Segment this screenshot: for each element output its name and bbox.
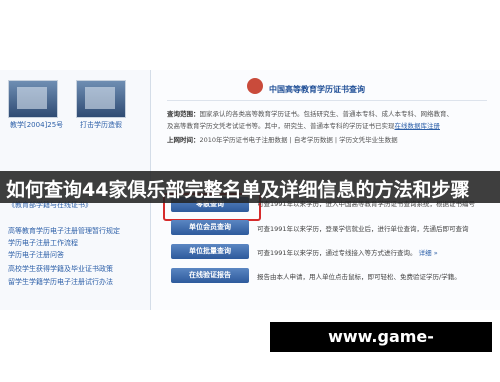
scope-line-2: 及高等教育学历文凭考试证书等。其中，研究生、普通本专科的学历证书已实现在线数据库… xyxy=(167,120,440,130)
member-query-button[interactable]: 单位会员查询 xyxy=(171,220,249,235)
article-title: 如何查询44家俱乐部完整名单及详细信息的方法和步骤 xyxy=(6,179,470,201)
online-text: 2010年学历证书电子注册数据 | 自考学历数据 | 学历文凭毕业生数据 xyxy=(199,136,398,144)
sidebar-link[interactable]: 高等教育学历电子注册管理暂行规定 xyxy=(8,226,120,236)
title-banner: 如何查询44家俱乐部完整名单及详细信息的方法和步骤 xyxy=(0,171,500,203)
online-report-button[interactable]: 在线验证报告 xyxy=(171,268,249,283)
thumbnail-caption-1[interactable]: 教学[2004]25号 xyxy=(10,120,63,130)
emblem-icon xyxy=(247,78,263,94)
batch-query-button[interactable]: 单位批量查询 xyxy=(171,244,249,259)
scope-label: 查询范围： xyxy=(167,110,200,118)
news-thumbnail-1[interactable] xyxy=(8,80,58,118)
online-report-desc: 报告由本人申请，用人单位点击鼠标，即可轻松、免费验证学历/学籍。 xyxy=(257,273,461,281)
sidebar-link[interactable]: 学历电子注册问答 xyxy=(8,250,64,260)
scope-line-1: 查询范围：国家承认的各类高等教育学历证书。包括研究生、普通本专科、成人本专科、网… xyxy=(167,108,453,118)
batch-query-line: 可查1991年以来学历，通过专线接入等方式进行查询。 详细 » xyxy=(257,247,438,257)
member-query-desc: 可查1991年以来学历，登录学信就业后，进行单位查询，先通后即可查询 xyxy=(257,225,469,233)
online-label: 上网时间： xyxy=(167,136,200,144)
scope-link[interactable]: 在线数据库注册 xyxy=(395,122,441,130)
thumbnail-caption-2[interactable]: 打击学历造假 xyxy=(80,120,122,130)
sidebar-link[interactable]: 留学生学籍学历电子注册试行办法 xyxy=(8,277,113,287)
online-time-line: 上网时间：2010年学历证书电子注册数据 | 自考学历数据 | 学历文凭毕业生数… xyxy=(167,134,398,144)
details-link[interactable]: 详细 » xyxy=(419,249,438,257)
sidebar-link[interactable]: 高校学生获得学籍及毕业证书政策 xyxy=(8,264,113,274)
batch-query-desc: 可查1991年以来学历，通过专线接入等方式进行查询。 xyxy=(257,249,417,257)
news-thumbnail-2[interactable] xyxy=(76,80,126,118)
scope-text: 国家承认的各类高等教育学历证书。包括研究生、普通本专科、成人本专科、网络教育、 xyxy=(199,110,454,118)
divider xyxy=(167,100,487,101)
panel-title: 中国高等教育学历证书查询 xyxy=(269,85,365,94)
watermark-url: www.game-yiwan28.com xyxy=(270,322,492,376)
sidebar-link[interactable]: 学历电子注册工作流程 xyxy=(8,238,78,248)
scope-text-2: 及高等教育学历文凭考试证书等。其中，研究生、普通本专科的学历证书已实现 xyxy=(167,122,395,130)
